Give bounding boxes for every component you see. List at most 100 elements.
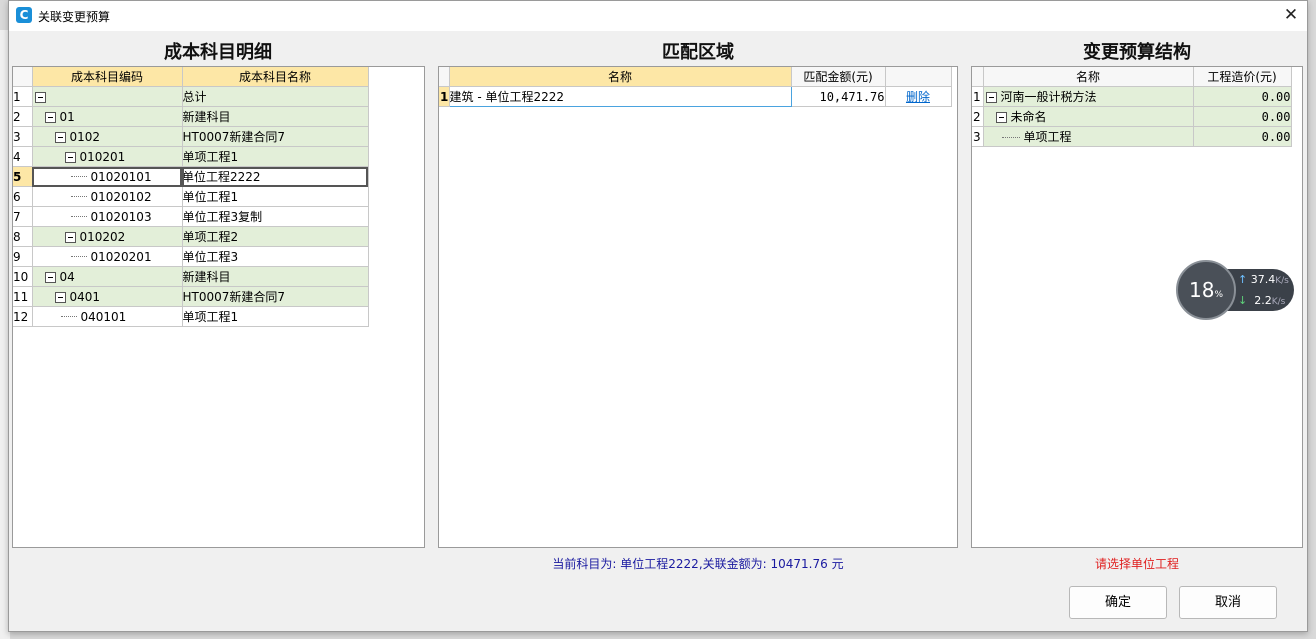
code-text: 0102 (69, 129, 101, 144)
column-header-name[interactable]: 名称 (983, 67, 1194, 87)
name-cell[interactable]: 单项工程1 (182, 146, 369, 167)
action-cell: 删除 (885, 86, 952, 107)
cost-cell[interactable]: 0.00 (1193, 126, 1292, 147)
row-number: 6 (13, 186, 33, 207)
corner-cell (972, 67, 984, 87)
name-cell[interactable]: 建筑 - 单位工程2222 (448, 86, 792, 107)
column-header-name[interactable]: 名称 (449, 67, 792, 87)
name-cell[interactable]: 总计 (182, 86, 369, 107)
code-cell[interactable]: 040101 (32, 306, 183, 327)
row-number: 2 (13, 106, 33, 127)
row-number: 3 (13, 126, 33, 147)
budget-structure-table: 名称 工程造价(元) 1 河南一般计税方法 0.00 2 未命名 0.00 3 … (972, 67, 1292, 147)
code-cell[interactable]: 01020103 (32, 206, 183, 227)
column-header-amount[interactable]: 匹配金额(元) (791, 67, 886, 87)
name-cell[interactable]: HT0007新建合同7 (182, 126, 369, 147)
name-cell[interactable]: 新建科目 (182, 266, 369, 287)
code-text: 010202 (79, 229, 126, 244)
row-number: 11 (13, 286, 33, 307)
amount-cell[interactable]: 10,471.76 (791, 86, 886, 107)
upload-speed: ↑ 37.4K/s (1238, 273, 1289, 286)
collapse-icon[interactable] (64, 151, 76, 163)
name-cell[interactable]: 单项工程1 (182, 306, 369, 327)
collapse-icon[interactable] (54, 131, 66, 143)
name-cell[interactable]: HT0007新建合同7 (182, 286, 369, 307)
code-cell[interactable]: 01020102 (32, 186, 183, 207)
table-row[interactable]: 1 河南一般计税方法 0.00 (972, 86, 1292, 107)
table-row[interactable]: 5 01020101 单位工程2222 (13, 166, 369, 187)
name-cell[interactable]: 单项工程 (983, 126, 1194, 147)
name-cell[interactable]: 未命名 (983, 106, 1194, 127)
collapse-icon[interactable] (54, 291, 66, 303)
code-cell[interactable] (32, 86, 183, 107)
table-row[interactable]: 9 01020201 单位工程3 (13, 246, 369, 267)
collapse-icon[interactable] (34, 91, 46, 103)
collapse-icon[interactable] (995, 112, 1007, 123)
code-cell[interactable]: 01 (32, 106, 183, 127)
table-row[interactable]: 4 010201 单项工程1 (13, 146, 369, 167)
code-cell[interactable]: 01020101 (32, 166, 182, 187)
code-cell[interactable]: 010201 (32, 146, 183, 167)
upload-arrow-icon: ↑ (1238, 273, 1248, 286)
code-cell[interactable]: 010202 (32, 226, 183, 247)
code-text: 01020201 (90, 249, 152, 264)
table-row[interactable]: 1 总计 (13, 86, 369, 107)
name-text: 未命名 (1010, 110, 1047, 124)
code-cell[interactable]: 01020201 (32, 246, 183, 267)
name-cell[interactable]: 单位工程3 (182, 246, 369, 267)
code-cell[interactable]: 04 (32, 266, 183, 287)
cost-cell[interactable]: 0.00 (1193, 106, 1292, 127)
column-header-action (885, 67, 952, 87)
row-number: 8 (13, 226, 33, 247)
table-row[interactable]: 7 01020103 单位工程3复制 (13, 206, 369, 227)
corner-cell (439, 67, 450, 87)
row-number: 1 (972, 86, 984, 107)
tree-line-icon (70, 196, 87, 198)
table-row[interactable]: 1 建筑 - 单位工程2222 10,471.76 删除 (439, 86, 952, 107)
name-text: 河南一般计税方法 (1000, 90, 1097, 104)
row-number: 10 (13, 266, 33, 287)
close-button[interactable]: ✕ (1279, 3, 1303, 27)
download-speed: ↓ 2.2K/s (1238, 294, 1285, 307)
table-row[interactable]: 11 0401 HT0007新建合同7 (13, 286, 369, 307)
delete-link[interactable]: 删除 (906, 90, 930, 104)
cost-cell[interactable]: 0.00 (1193, 86, 1292, 107)
code-text: 01020103 (90, 209, 152, 224)
cancel-button[interactable]: 取消 (1179, 586, 1277, 619)
collapse-icon[interactable] (44, 111, 56, 123)
table-row[interactable]: 2 未命名 0.00 (972, 106, 1292, 127)
name-cell[interactable]: 新建科目 (182, 106, 369, 127)
code-cell[interactable]: 0102 (32, 126, 183, 147)
code-cell[interactable]: 0401 (32, 286, 183, 307)
network-speed-widget[interactable]: ↑ 37.4K/s ↓ 2.2K/s 18% (1176, 260, 1296, 320)
table-row[interactable]: 3 单项工程 0.00 (972, 126, 1292, 147)
table-row[interactable]: 2 01 新建科目 (13, 106, 369, 127)
row-number: 1 (439, 86, 450, 107)
collapse-icon[interactable] (64, 231, 76, 243)
match-table: 名称 匹配金额(元) 1 建筑 - 单位工程2222 10,471.76 删除 (439, 67, 952, 107)
tree-line-icon (1001, 136, 1020, 139)
table-row[interactable]: 10 04 新建科目 (13, 266, 369, 287)
column-header-cost[interactable]: 工程造价(元) (1193, 67, 1292, 87)
name-cell[interactable]: 河南一般计税方法 (983, 86, 1194, 107)
row-number: 9 (13, 246, 33, 267)
name-cell[interactable]: 单位工程1 (182, 186, 369, 207)
name-cell[interactable]: 单位工程3复制 (182, 206, 369, 227)
table-row[interactable]: 8 010202 单项工程2 (13, 226, 369, 247)
ok-button[interactable]: 确定 (1069, 586, 1167, 619)
name-cell[interactable]: 单位工程2222 (182, 166, 369, 187)
table-row[interactable]: 12 040101 单项工程1 (13, 306, 369, 327)
table-row[interactable]: 6 01020102 单位工程1 (13, 186, 369, 207)
collapse-icon[interactable] (44, 271, 56, 283)
column-header-code[interactable]: 成本科目编码 (32, 67, 183, 87)
match-status-text: 当前科目为: 单位工程2222,关联金额为: 10471.76 元 (552, 557, 844, 571)
row-number: 7 (13, 206, 33, 227)
name-cell[interactable]: 单项工程2 (182, 226, 369, 247)
row-number: 5 (13, 166, 33, 187)
column-header-name[interactable]: 成本科目名称 (182, 67, 369, 87)
collapse-icon[interactable] (985, 92, 997, 103)
tree-line-icon (70, 256, 87, 258)
window-title: 关联变更预算 (38, 10, 111, 24)
table-row[interactable]: 3 0102 HT0007新建合同7 (13, 126, 369, 147)
download-value: 2.2 (1254, 294, 1272, 307)
